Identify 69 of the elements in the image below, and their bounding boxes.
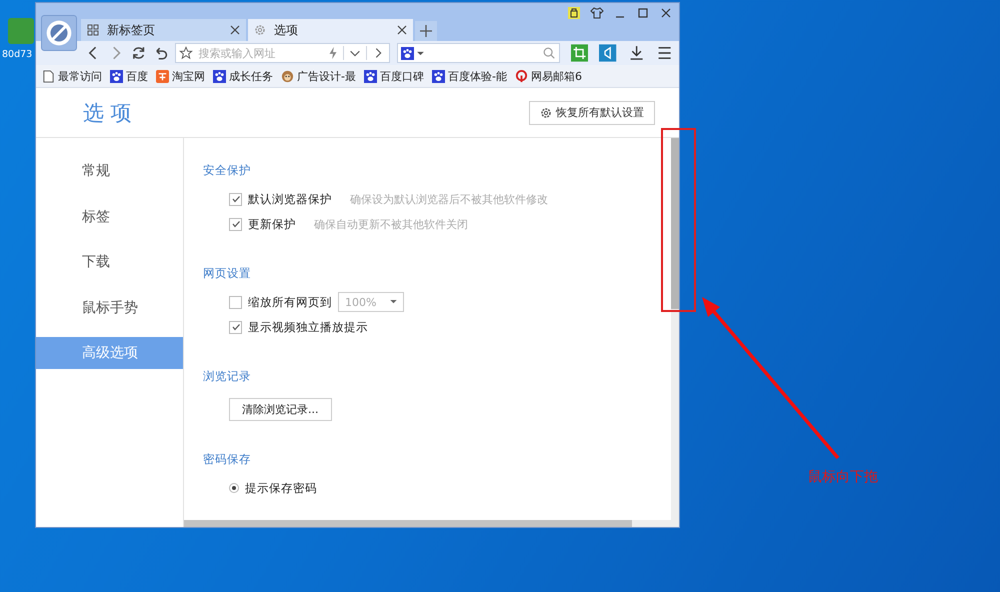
checkmark-icon [230,219,240,229]
reset-defaults-button[interactable]: 恢复所有默认设置 [529,100,655,124]
caret-icon[interactable] [417,50,424,56]
shirt-icon[interactable] [590,6,604,20]
refresh-icon[interactable] [130,45,146,61]
close-icon[interactable] [397,25,407,35]
section-title: 密码保存 [203,452,251,467]
bookmark-item[interactable]: 网易邮箱6 [514,68,582,84]
checkbox[interactable] [229,218,242,230]
bookmark-item[interactable]: 淘宝网 [156,68,205,84]
paw-icon [432,70,445,82]
sidebar-item[interactable]: 下载 [36,246,183,278]
address-input[interactable]: 搜索或输入网址 [196,46,324,60]
radio-button[interactable] [229,483,239,493]
crop-icon[interactable] [571,44,588,62]
checkbox[interactable] [229,296,242,308]
new-tab-icon[interactable] [415,21,437,41]
menu-icon[interactable] [656,44,673,62]
page-icon [42,70,55,82]
paw-icon [213,70,226,82]
address-field[interactable]: 搜索或输入网址 [175,43,390,63]
bookmark-item[interactable]: 百度体验-能 [432,68,507,84]
browser-tab[interactable]: 新标签页 [81,19,246,41]
clear-history-button[interactable]: 清除浏览记录... [229,398,332,421]
paw-icon[interactable] [401,46,414,60]
bookmark-item[interactable]: 广告设计-最 [281,68,356,84]
speaker-icon[interactable] [599,44,617,62]
horizontal-scrollbar[interactable] [184,520,671,527]
annotation-text: 鼠标向下拖 [808,468,878,486]
option-hint: 确保设为默认浏览器后不被其他软件修改 [350,192,548,206]
option-hint: 确保自动更新不被其他软件关闭 [314,216,468,232]
download-icon[interactable] [628,44,645,62]
sidebar-item[interactable]: 鼠标手势 [36,292,183,324]
option-label: 显示视频独立播放提示 [248,320,368,334]
monkey-icon [281,70,294,82]
section-title: 安全保护 [203,163,251,178]
bookmark-item[interactable]: 成长任务 [213,68,273,84]
browser-logo-icon[interactable] [41,15,77,51]
bag-icon[interactable] [567,6,581,20]
paw-icon [364,70,377,82]
option-label: 默认浏览器保护 [248,192,332,206]
shop-icon [156,70,169,82]
bookmark-item[interactable]: 百度口碑 [364,68,424,84]
bookmark-item[interactable]: 百度 [110,68,148,84]
close-icon[interactable] [659,6,673,20]
maximize-icon[interactable] [636,6,650,20]
bookmark-item[interactable]: 最常访问 [42,68,102,84]
browser-tab[interactable]: 选项 [248,19,413,41]
section-title: 浏览记录 [203,369,251,384]
sidebar-item[interactable]: 常规 [36,155,183,187]
paw-icon [110,70,123,82]
grid-icon [87,24,99,36]
desktop-icon-label[interactable]: 80d73 [2,49,32,60]
vertical-scrollbar[interactable] [671,138,679,527]
option-label: 缩放所有网页到 [248,294,332,310]
checkmark-icon [230,194,240,204]
caret-icon [390,300,397,304]
gear-icon [254,24,266,36]
checkmark-icon [230,322,240,332]
gear-icon [540,106,552,118]
search-field[interactable] [397,43,560,63]
option-label: 更新保护 [248,216,296,232]
section-title: 网页设置 [203,266,251,281]
option-label: 提示保存密码 [245,480,317,496]
close-icon[interactable] [230,25,240,35]
checkbox[interactable] [229,192,242,206]
page-title: 选 项 [83,100,132,126]
sidebar-item[interactable]: 标签 [36,200,183,232]
checkbox[interactable] [229,320,242,334]
